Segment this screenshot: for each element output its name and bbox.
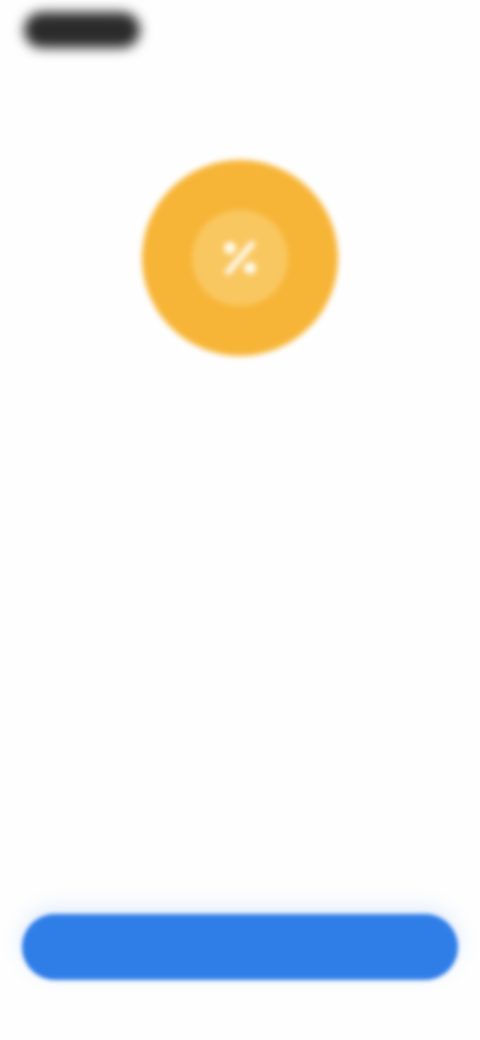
onboarding-screen [0, 0, 480, 1040]
continue-button[interactable] [22, 914, 458, 980]
hero-badge [142, 160, 338, 356]
badge-percent-icon [192, 210, 288, 306]
status-bar-pill [24, 12, 140, 48]
